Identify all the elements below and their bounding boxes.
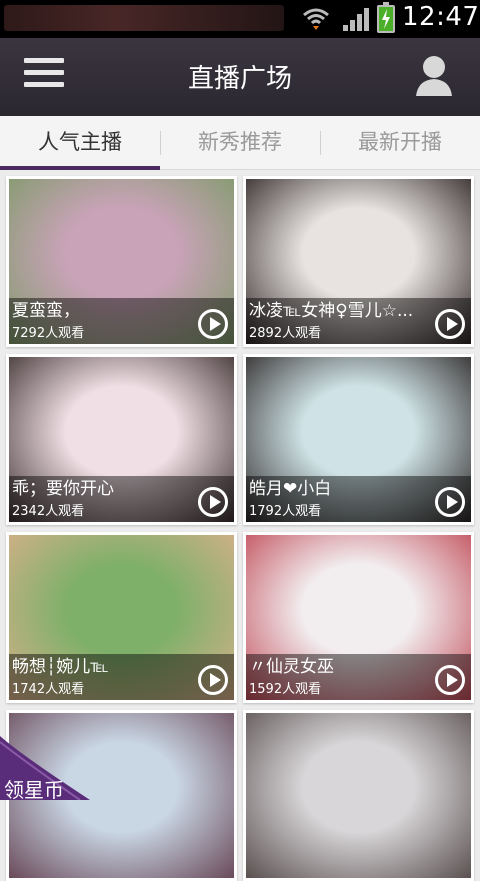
stream-name: 〃仙灵女巫 xyxy=(249,657,334,677)
viewer-count: 2892人观看 xyxy=(249,326,322,341)
tab-indicator xyxy=(0,166,160,170)
stream-card[interactable]: 畅想┆婉儿℡ 1742人观看 xyxy=(6,532,237,703)
play-icon[interactable] xyxy=(198,487,228,517)
tab-new-talent[interactable]: 新秀推荐 xyxy=(160,116,320,170)
stream-card[interactable]: 冰凌℡女神♀雪儿☆... 2892人观看 xyxy=(243,176,474,347)
status-bar: 12:47 xyxy=(0,0,480,38)
signal-icon xyxy=(343,8,369,31)
stream-name: 皓月❤小白 xyxy=(249,479,332,499)
play-icon[interactable] xyxy=(435,487,465,517)
battery-charging-icon xyxy=(377,2,395,33)
notification-area xyxy=(4,5,284,31)
play-icon[interactable] xyxy=(198,309,228,339)
tab-bar: 人气主播 新秀推荐 最新开播 xyxy=(0,116,480,170)
clock: 12:47 xyxy=(402,2,480,32)
tab-latest-live[interactable]: 最新开播 xyxy=(320,116,480,170)
title-bar: 直播广场 xyxy=(0,38,480,116)
stream-card[interactable]: 夏蛮蛮， 7292人观看 xyxy=(6,176,237,347)
stream-card[interactable]: 乖；要你开心 2342人观看 xyxy=(6,354,237,525)
tab-popular[interactable]: 人气主播 xyxy=(0,116,160,170)
stream-card[interactable]: 皓月❤小白 1792人观看 xyxy=(243,354,474,525)
coin-badge-label: 领星币 xyxy=(4,778,64,802)
stream-name: 冰凌℡女神♀雪儿☆... xyxy=(249,301,414,321)
stream-card[interactable] xyxy=(243,710,474,881)
page-title: 直播广场 xyxy=(187,64,292,94)
viewer-count: 1592人观看 xyxy=(249,682,322,697)
play-icon[interactable] xyxy=(198,665,228,695)
play-icon[interactable] xyxy=(435,665,465,695)
coin-badge[interactable]: 领星币 xyxy=(0,736,90,802)
wifi-icon xyxy=(303,8,329,30)
viewer-count: 1742人观看 xyxy=(12,682,85,697)
stream-name: 乖；要你开心 xyxy=(12,479,114,499)
viewer-count: 1792人观看 xyxy=(249,504,322,519)
play-icon[interactable] xyxy=(435,309,465,339)
stream-name: 畅想┆婉儿℡ xyxy=(12,657,109,677)
viewer-count: 2342人观看 xyxy=(12,504,85,519)
stream-thumbnail xyxy=(246,713,471,878)
user-icon[interactable] xyxy=(414,52,454,98)
stream-card[interactable]: 〃仙灵女巫 1592人观看 xyxy=(243,532,474,703)
viewer-count: 7292人观看 xyxy=(12,326,85,341)
stream-name: 夏蛮蛮， xyxy=(12,301,80,321)
